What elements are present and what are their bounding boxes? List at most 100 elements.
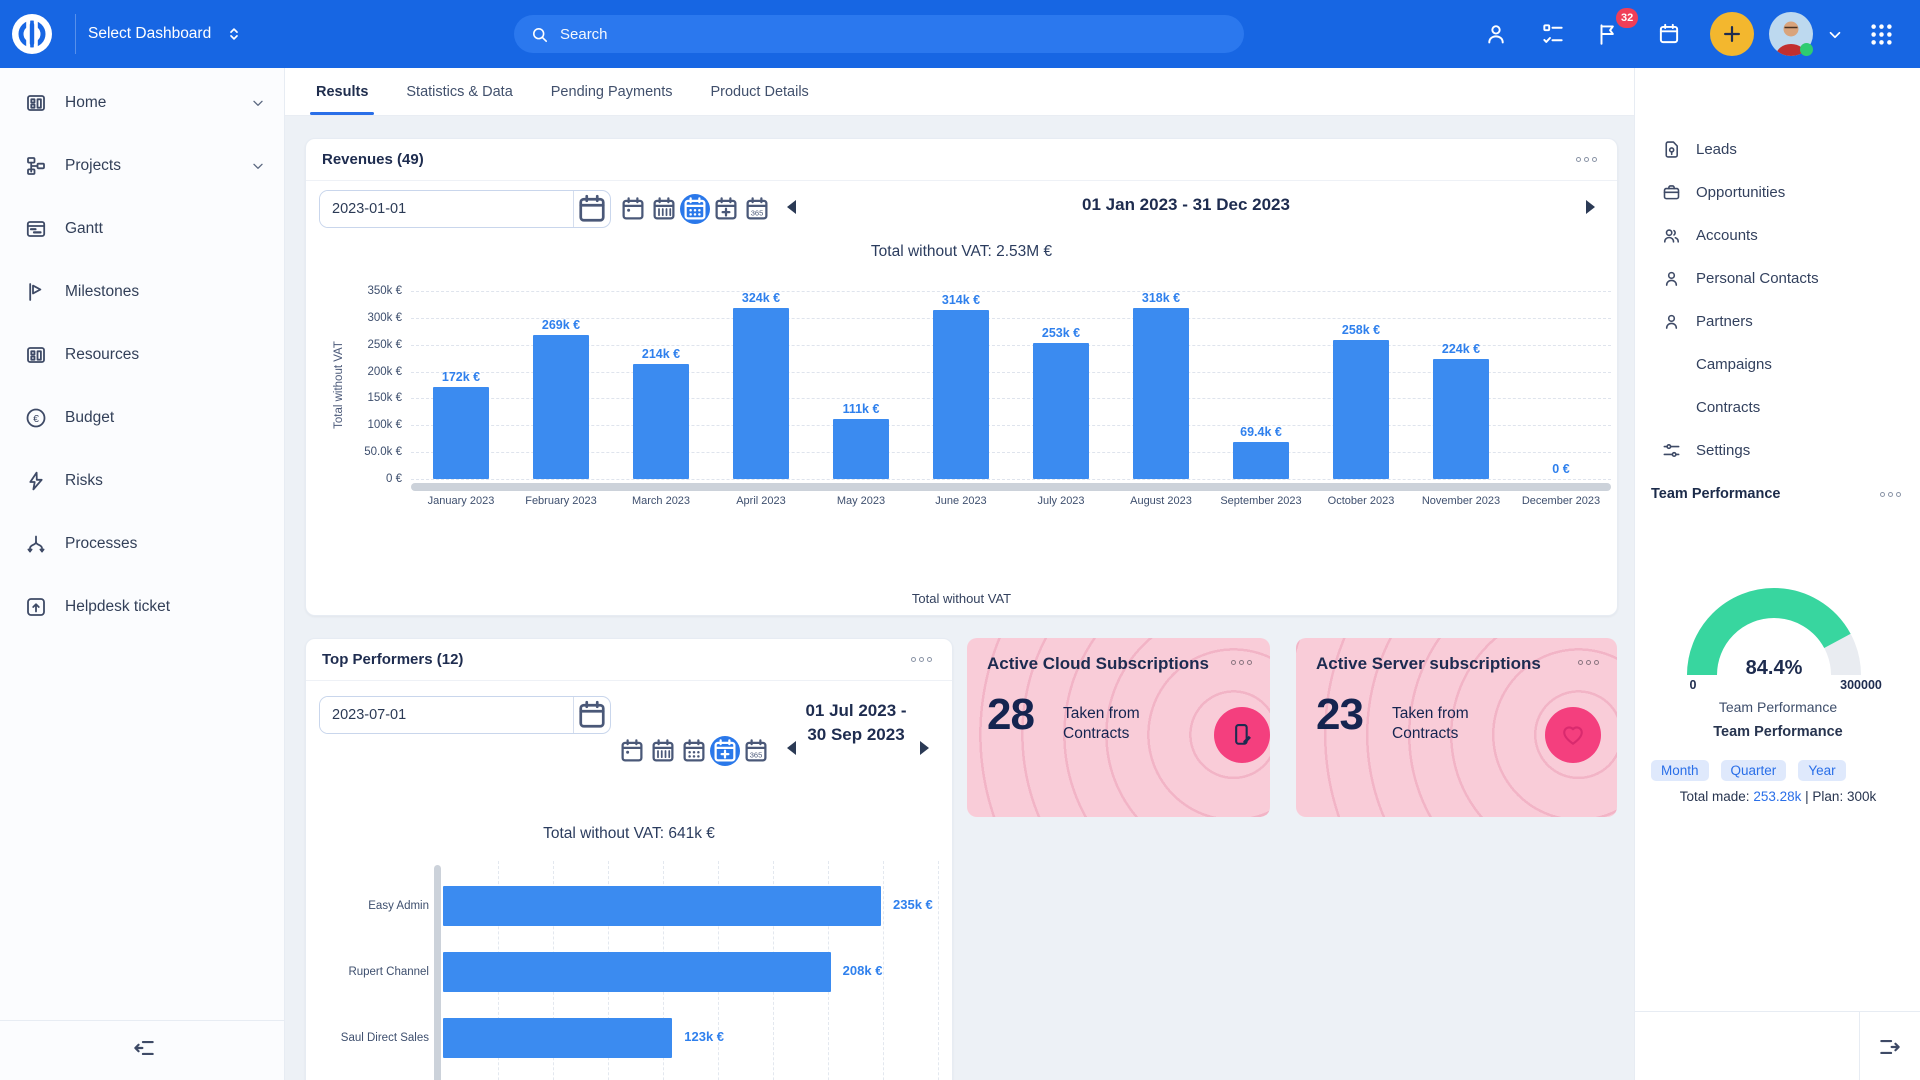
search-input[interactable] [560, 26, 1228, 43]
top-performers-date-calendar-icon[interactable] [573, 697, 610, 733]
team-performance-kebab-icon[interactable] [1876, 488, 1905, 501]
revenues-date-input[interactable] [320, 191, 573, 227]
revenues-chart-scrollbar[interactable] [411, 483, 1611, 491]
top-performers-date-input[interactable] [320, 697, 573, 733]
bar-june-2023[interactable] [933, 310, 989, 479]
card-menu-kebab-icon[interactable] [1574, 656, 1603, 669]
search-bar[interactable] [514, 15, 1244, 53]
apps-grid-icon[interactable] [1868, 21, 1895, 48]
top-performers-period-quarter-button[interactable] [710, 736, 740, 766]
right-sidebar-item-settings[interactable]: Settings [1635, 429, 1920, 472]
avatar-chevron-down-icon[interactable] [1826, 26, 1844, 44]
active-cloud-subscriptions-card[interactable]: Active Cloud Subscriptions 28 Taken from… [967, 638, 1270, 817]
revenues-prev-period-icon[interactable] [784, 199, 798, 215]
tab-results[interactable]: Results [304, 68, 380, 115]
app-logo-icon[interactable] [12, 14, 52, 54]
sidebar-item-processes[interactable]: Processes [0, 512, 284, 575]
sidebar-item-helpdesk-ticket[interactable]: Helpdesk ticket [0, 575, 284, 638]
bar-saul-direct-sales[interactable] [443, 1018, 672, 1058]
chevron-down-icon[interactable] [250, 95, 266, 111]
revenues-panel-title: Revenues (49) [322, 151, 424, 168]
tasks-checklist-icon[interactable] [1540, 21, 1566, 47]
bar-value-label: 318k € [1142, 291, 1180, 305]
right-sidebar-item-partners[interactable]: Partners [1635, 300, 1920, 343]
bar-may-2023[interactable] [833, 419, 889, 479]
revenues-period-year-button[interactable]: 365 [742, 194, 772, 224]
bar-rupert-channel[interactable] [443, 952, 831, 992]
gauge-caption-secondary: Team Performance [1635, 724, 1920, 740]
dashboard-selector[interactable]: Select Dashboard [88, 0, 243, 68]
calendar-icon[interactable] [1656, 21, 1682, 47]
revenues-period-day-button[interactable] [618, 194, 648, 224]
bar-august-2023[interactable] [1133, 308, 1189, 479]
revenues-date-calendar-icon[interactable] [573, 191, 610, 227]
quick-add-button[interactable] [1710, 12, 1754, 56]
total-made-value-link[interactable]: 253.28k [1753, 789, 1801, 804]
sidebar-item-home[interactable]: Home [0, 71, 284, 134]
right-sidebar-item-contracts[interactable]: Contracts [1635, 386, 1920, 429]
tab-statistics-data[interactable]: Statistics & Data [394, 68, 524, 115]
right-sidebar-item-campaigns[interactable]: Campaigns [1635, 343, 1920, 386]
sidebar-item-budget[interactable]: €Budget [0, 386, 284, 449]
settings-icon [1661, 440, 1682, 461]
gauge-value-label: 84.4% [1666, 657, 1882, 680]
chevron-down-icon[interactable] [250, 158, 266, 174]
card-menu-kebab-icon[interactable] [1227, 656, 1256, 669]
sidebar-item-gantt[interactable]: Gantt [0, 197, 284, 260]
collapse-sidebar-icon[interactable] [131, 1035, 157, 1061]
active-server-subscriptions-card[interactable]: Active Server subscriptions 23 Taken fro… [1296, 638, 1617, 817]
top-performers-period-year-button[interactable]: 365 [741, 736, 771, 766]
gauge-period-year-button[interactable]: Year [1798, 760, 1845, 781]
gauge-period-month-button[interactable]: Month [1651, 760, 1709, 781]
card-title: Active Cloud Subscriptions [987, 654, 1209, 674]
bar-february-2023[interactable] [533, 335, 589, 480]
risks-icon [24, 469, 48, 493]
right-sidebar-item-leads[interactable]: Leads [1635, 128, 1920, 171]
user-avatar[interactable] [1769, 12, 1813, 56]
user-icon[interactable] [1483, 21, 1509, 47]
revenues-period-month-button[interactable] [680, 194, 710, 224]
revenues-legend: Total without VAT [306, 591, 1617, 606]
performer-row: Rupert Channel208k € [306, 939, 954, 1005]
tab-product-details[interactable]: Product Details [698, 68, 820, 115]
helpdesk-icon [24, 595, 48, 619]
revenues-menu-kebab-icon[interactable] [1572, 153, 1601, 166]
top-performers-menu-kebab-icon[interactable] [907, 653, 936, 666]
revenues-period-week-button[interactable] [649, 194, 679, 224]
right-sidebar-item-personal-contacts[interactable]: Personal Contacts [1635, 257, 1920, 300]
top-performers-next-period-icon[interactable] [918, 740, 932, 756]
sidebar-item-risks[interactable]: Risks [0, 449, 284, 512]
bar-march-2023[interactable] [633, 364, 689, 479]
right-sidebar-item-accounts[interactable]: Accounts [1635, 214, 1920, 257]
budget-icon: € [24, 406, 48, 430]
right-sidebar-item-opportunities[interactable]: Opportunities [1635, 171, 1920, 214]
bar-july-2023[interactable] [1033, 343, 1089, 479]
tab-pending-payments[interactable]: Pending Payments [539, 68, 685, 115]
sidebar-item-projects[interactable]: Projects [0, 134, 284, 197]
top-performers-period-day-button[interactable] [617, 736, 647, 766]
revenues-next-period-icon[interactable] [1584, 199, 1598, 215]
bar-september-2023[interactable] [1233, 442, 1289, 479]
gauge-period-quarter-button[interactable]: Quarter [1721, 760, 1787, 781]
sidebar-item-label: Resources [65, 346, 266, 364]
sidebar-item-label: Home [65, 94, 250, 112]
bar-october-2023[interactable] [1333, 340, 1389, 479]
sidebar-item-label: Processes [65, 535, 266, 553]
topbar-divider [75, 14, 76, 54]
right-sidebar-item-label: Contracts [1696, 399, 1760, 416]
sidebar-item-milestones[interactable]: Milestones [0, 260, 284, 323]
bar-november-2023[interactable] [1433, 359, 1489, 479]
sidebar-item-resources[interactable]: Resources [0, 323, 284, 386]
bar-january-2023[interactable] [433, 387, 489, 479]
bar-easy-admin[interactable] [443, 886, 881, 926]
revenues-period-quarter-button[interactable] [711, 194, 741, 224]
flag-notifications-icon[interactable] [1595, 21, 1621, 47]
y-tick-label: 150k € [367, 392, 402, 404]
milestones-icon [24, 280, 48, 304]
bar-april-2023[interactable] [733, 308, 789, 479]
top-performers-title: Top Performers (12) [322, 651, 463, 668]
top-performers-period-week-button[interactable] [648, 736, 678, 766]
top-performers-period-month-button[interactable] [679, 736, 709, 766]
performer-row: Easy Admin235k € [306, 873, 954, 939]
expand-sidebar-icon[interactable] [1877, 1034, 1903, 1060]
